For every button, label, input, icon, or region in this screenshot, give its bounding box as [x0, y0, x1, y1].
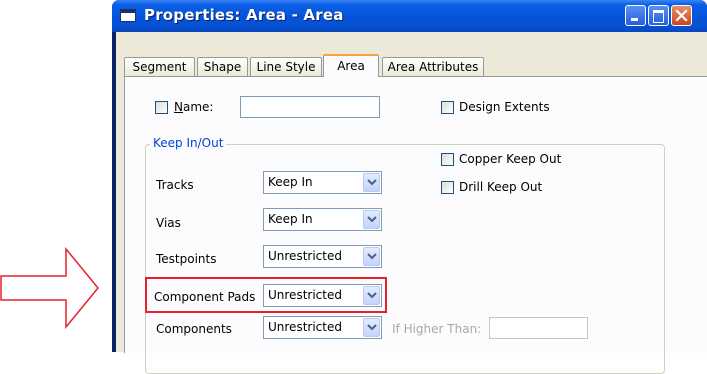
vias-select-value: Keep In	[268, 212, 313, 226]
maximize-button[interactable]	[648, 5, 669, 26]
highlight-box	[145, 277, 387, 313]
components-label: Components	[156, 322, 232, 336]
components-select-value: Unrestricted	[268, 320, 342, 334]
tab-area-attributes[interactable]: Area Attributes	[382, 57, 484, 76]
name-input[interactable]	[240, 96, 380, 118]
keep-in-out-group-label: Keep In/Out	[150, 136, 227, 150]
tab-segment[interactable]: Segment	[124, 57, 195, 76]
testpoints-select[interactable]: Unrestricted	[263, 245, 382, 268]
keep-in-out-group	[145, 144, 665, 374]
copper-keep-out-checkbox[interactable]	[441, 153, 454, 166]
copper-keep-out-label: Copper Keep Out	[459, 152, 562, 166]
window-icon	[120, 9, 136, 22]
testpoints-label: Testpoints	[156, 252, 217, 266]
window-title: Properties: Area - Area	[144, 6, 344, 24]
tracks-label: Tracks	[156, 178, 194, 192]
chevron-down-icon[interactable]	[363, 210, 380, 229]
tab-line-style[interactable]: Line Style	[250, 57, 322, 76]
title-bar[interactable]: Properties: Area - Area	[112, 0, 707, 32]
tab-shape[interactable]: Shape	[197, 57, 248, 76]
name-checkbox[interactable]	[155, 101, 168, 114]
if-higher-than-input[interactable]	[489, 317, 588, 339]
minimize-button[interactable]	[625, 5, 646, 26]
name-label: Name:	[174, 100, 214, 114]
tracks-select-value: Keep In	[268, 175, 313, 189]
close-button[interactable]	[671, 5, 692, 26]
components-select[interactable]: Unrestricted	[263, 316, 382, 339]
chevron-down-icon[interactable]	[363, 173, 380, 192]
tracks-select[interactable]: Keep In	[263, 171, 382, 194]
if-higher-than-label: If Higher Than:	[392, 322, 482, 336]
tab-area[interactable]: Area	[323, 54, 379, 77]
drill-keep-out-label: Drill Keep Out	[459, 180, 543, 194]
vias-select[interactable]: Keep In	[263, 208, 382, 231]
vias-label: Vias	[156, 216, 181, 230]
design-extents-checkbox[interactable]	[441, 101, 454, 114]
chevron-down-icon[interactable]	[363, 247, 380, 266]
chevron-down-icon[interactable]	[363, 318, 380, 337]
pointer-arrow-icon	[0, 247, 99, 329]
testpoints-select-value: Unrestricted	[268, 249, 342, 263]
design-extents-label: Design Extents	[459, 100, 550, 114]
drill-keep-out-checkbox[interactable]	[441, 181, 454, 194]
close-icon	[675, 9, 688, 22]
